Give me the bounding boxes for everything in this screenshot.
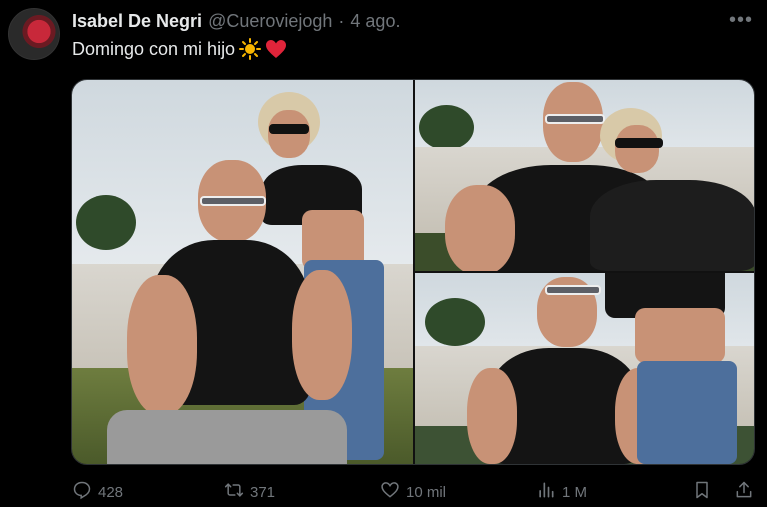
photo-1-son-arm-right — [292, 270, 352, 400]
photo-2-son-glasses — [545, 114, 605, 124]
photo-2-tree — [419, 105, 474, 150]
bookmark-icon — [692, 480, 712, 504]
photo-1[interactable] — [72, 80, 413, 464]
author-handle[interactable]: @Cueroviejogh — [208, 11, 332, 32]
retweet-button[interactable]: 371 — [224, 480, 275, 504]
author-avatar[interactable] — [8, 8, 60, 60]
tweet-actions: 428 371 10 mil 1 M — [72, 480, 754, 506]
media-grid — [71, 79, 755, 465]
tweet-text-body: Domingo con mi hijo — [72, 38, 236, 59]
author-name[interactable]: Isabel De Negri — [72, 11, 202, 32]
photo-3-mother-belly — [635, 308, 725, 363]
red-heart-emoji-icon — [265, 39, 287, 59]
bar-chart-icon — [536, 480, 556, 504]
photo-3-tree — [425, 298, 485, 346]
photo-2-son-arm — [445, 185, 515, 271]
like-button[interactable]: 10 mil — [380, 480, 446, 504]
photo-3[interactable] — [415, 273, 754, 464]
photo-1-tree — [76, 195, 136, 250]
reply-button[interactable]: 428 — [72, 480, 123, 504]
like-count: 10 mil — [406, 483, 447, 501]
views-count: 1 M — [562, 483, 588, 501]
retweet-count: 371 — [250, 483, 276, 501]
share-button[interactable] — [734, 480, 754, 504]
share-icon — [734, 480, 754, 504]
header-separator: · — [338, 10, 345, 31]
heart-icon — [380, 480, 400, 504]
photo-1-son-pants — [107, 410, 347, 464]
photo-3-son-arm-left — [467, 368, 517, 464]
tweet-text: Domingo con mi hijo — [72, 38, 287, 60]
photo-1-son-glasses — [200, 196, 266, 206]
photo-2-mother-face — [615, 125, 659, 173]
sun-emoji-icon — [239, 38, 262, 60]
photo-1-son-arm-left — [127, 275, 197, 415]
photo-1-mother-face — [268, 110, 310, 158]
reply-count: 428 — [98, 483, 124, 501]
tweet-header: Isabel De Negri @Cueroviejogh · 4 ago. •… — [72, 9, 753, 33]
photo-3-son-glasses — [545, 285, 601, 295]
photo-2-mother-top — [590, 180, 754, 271]
photo-2-mother-glasses — [615, 138, 663, 148]
bookmark-button[interactable] — [692, 480, 712, 504]
photo-2[interactable] — [415, 80, 754, 271]
photo-3-mother-jeans — [637, 361, 737, 464]
photo-1-mother-glasses — [269, 124, 309, 134]
retweet-icon — [224, 480, 244, 504]
reply-icon — [72, 480, 92, 504]
more-options-icon[interactable]: ••• — [729, 9, 753, 32]
tweet-date[interactable]: 4 ago. — [350, 11, 400, 32]
views-button[interactable]: 1 M — [536, 480, 587, 504]
